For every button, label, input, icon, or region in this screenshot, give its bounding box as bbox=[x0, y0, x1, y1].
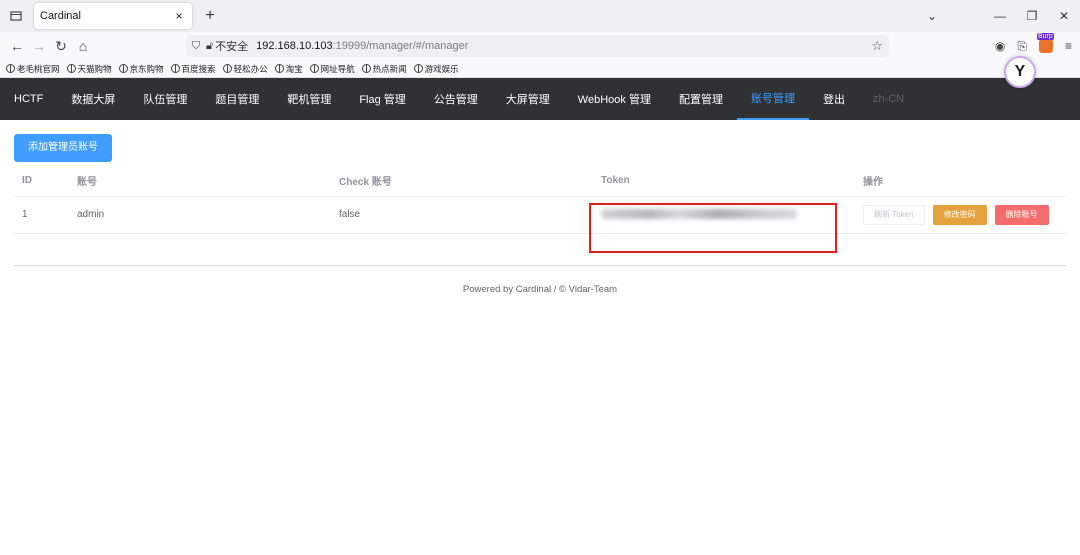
globe-icon bbox=[66, 64, 76, 73]
bookmark-item[interactable]: 游戏娱乐 bbox=[413, 63, 459, 75]
column-header-token: Token bbox=[593, 166, 855, 197]
cell-account: admin bbox=[69, 196, 331, 234]
column-header-account: 账号 bbox=[69, 166, 331, 197]
extensions-icon[interactable]: ⎘ bbox=[1017, 39, 1027, 54]
bookmark-label: 网址导航 bbox=[320, 63, 355, 74]
nav-item-webhook[interactable]: WebHook 管理 bbox=[564, 78, 665, 120]
nav-item-screen[interactable]: 大屏管理 bbox=[492, 78, 564, 120]
extension-logo-icon[interactable]: Y bbox=[1004, 56, 1036, 88]
browser-tab[interactable]: Cardinal × bbox=[34, 3, 192, 29]
tab-close-icon[interactable]: × bbox=[172, 9, 186, 23]
bookmark-label: 淘宝 bbox=[285, 63, 303, 74]
table-row: 1 admin false 刷新 Token 修改密码 删除账号 bbox=[14, 196, 1066, 253]
table-header-row: ID 账号 Check 账号 Token 操作 bbox=[14, 166, 1066, 197]
forward-icon[interactable]: → bbox=[28, 38, 50, 54]
bookmark-item[interactable]: 网址导航 bbox=[309, 63, 355, 75]
insecure-indicator[interactable]: 🔓︎ 不安全 bbox=[206, 38, 248, 54]
globe-icon bbox=[274, 64, 284, 73]
burp-extension-icon[interactable] bbox=[1036, 33, 1054, 53]
restore-icon[interactable]: ❐ bbox=[1016, 9, 1048, 23]
language-switch[interactable]: zh-CN bbox=[859, 78, 918, 120]
url-host: 192.168.10.103 bbox=[256, 40, 333, 52]
nav-item-logout[interactable]: 登出 bbox=[809, 78, 859, 120]
lock-slash-icon: 🔓︎ bbox=[206, 39, 214, 52]
nav-item-challenges[interactable]: 题目管理 bbox=[201, 78, 273, 120]
tab-title: Cardinal bbox=[40, 10, 81, 22]
url-path: :19999/manager/#/manager bbox=[332, 40, 469, 52]
bookmarks-bar: 老毛桃官网 天猫购物 京东购物 百度搜索 轻松办公 淘宝 网址导航 热点新闻 游… bbox=[0, 60, 1080, 78]
bookmark-label: 京东购物 bbox=[129, 63, 164, 74]
add-manager-button[interactable]: 添加管理员账号 bbox=[14, 134, 112, 162]
nav-item-gameboxes[interactable]: 靶机管理 bbox=[273, 78, 345, 120]
menu-icon[interactable]: ≡ bbox=[1065, 39, 1072, 53]
close-window-icon[interactable]: ✕ bbox=[1048, 9, 1080, 23]
minimize-icon[interactable]: — bbox=[984, 9, 1016, 23]
browser-nav-bar: ← → ↻ ⌂ ⛉ 🔓︎ 不安全 192.168.10.103:19999/ma… bbox=[0, 32, 1080, 60]
nav-item-notices[interactable]: 公告管理 bbox=[420, 78, 492, 120]
highlight-box bbox=[589, 203, 837, 253]
cell-check: false bbox=[331, 196, 593, 234]
nav-item-dashboard[interactable]: 数据大屏 bbox=[57, 78, 129, 120]
tab-list-icon[interactable] bbox=[2, 0, 30, 32]
column-header-check: Check 账号 bbox=[331, 166, 593, 197]
globe-icon bbox=[6, 64, 15, 73]
chevron-down-icon[interactable]: ⌄ bbox=[916, 9, 948, 23]
url-bar[interactable]: ⛉ 🔓︎ 不安全 192.168.10.103:19999/manager/#/… bbox=[186, 35, 889, 57]
nav-item-hctf[interactable]: HCTF bbox=[0, 78, 57, 120]
nav-item-teams[interactable]: 队伍管理 bbox=[129, 78, 201, 120]
bookmark-item[interactable]: 热点新闻 bbox=[361, 63, 407, 75]
column-header-actions: 操作 bbox=[855, 166, 1066, 197]
column-header-id: ID bbox=[14, 166, 69, 197]
footer-divider bbox=[14, 264, 1066, 266]
home-icon[interactable]: ⌂ bbox=[72, 38, 94, 54]
delete-account-button[interactable]: 删除账号 bbox=[994, 204, 1049, 225]
bookmark-item[interactable]: 天猫购物 bbox=[66, 63, 112, 75]
globe-icon bbox=[309, 64, 319, 73]
account-icon[interactable]: ◉ bbox=[995, 39, 1005, 53]
back-icon[interactable]: ← bbox=[6, 38, 28, 54]
bookmark-item[interactable]: 淘宝 bbox=[274, 63, 303, 75]
nav-item-config[interactable]: 配置管理 bbox=[665, 78, 737, 120]
bookmark-item[interactable]: 京东购物 bbox=[118, 63, 164, 75]
bookmark-label: 轻松办公 bbox=[233, 63, 268, 74]
new-tab-button[interactable]: + bbox=[198, 7, 222, 25]
reload-icon[interactable]: ↻ bbox=[50, 38, 72, 55]
bookmark-star-icon[interactable]: ☆ bbox=[871, 38, 883, 54]
bookmark-label: 天猫购物 bbox=[77, 63, 112, 74]
bookmark-label: 热点新闻 bbox=[372, 63, 407, 74]
bookmark-label: 老毛桃官网 bbox=[17, 63, 60, 74]
globe-icon bbox=[361, 64, 371, 73]
bookmark-label: 百度搜索 bbox=[181, 63, 216, 74]
globe-icon bbox=[413, 64, 423, 73]
globe-icon bbox=[170, 64, 180, 73]
bookmark-item[interactable]: 轻松办公 bbox=[222, 63, 268, 75]
cell-token bbox=[589, 196, 855, 253]
app-nav-menu: HCTF 数据大屏 队伍管理 题目管理 靶机管理 Flag 管理 公告管理 大屏… bbox=[0, 56, 1080, 120]
browser-tab-bar: Cardinal × + ⌄ — ❐ ✕ bbox=[0, 0, 1080, 32]
bookmark-item[interactable]: 老毛桃官网 bbox=[6, 63, 60, 75]
footer-text: Powered by Cardinal / © Vidar-Team bbox=[462, 283, 618, 295]
managers-table: ID 账号 Check 账号 Token 操作 1 admin false 刷新… bbox=[14, 166, 1066, 253]
globe-icon bbox=[222, 64, 232, 73]
change-password-button[interactable]: 修改密码 bbox=[932, 204, 987, 225]
refresh-token-button[interactable]: 刷新 Token bbox=[863, 204, 925, 225]
main-content: 添加管理员账号 ID 账号 Check 账号 Token 操作 1 admin … bbox=[0, 120, 1080, 253]
cell-id: 1 bbox=[14, 196, 69, 234]
cell-actions: 刷新 Token 修改密码 删除账号 bbox=[855, 196, 1066, 234]
shield-icon[interactable]: ⛉ bbox=[186, 40, 206, 53]
bookmark-label: 游戏娱乐 bbox=[424, 63, 459, 74]
insecure-label: 不安全 bbox=[215, 41, 249, 53]
nav-item-accounts[interactable]: 账号管理 bbox=[736, 78, 809, 120]
bookmark-item[interactable]: 百度搜索 bbox=[170, 63, 216, 75]
nav-item-flags[interactable]: Flag 管理 bbox=[345, 78, 419, 120]
globe-icon bbox=[118, 64, 128, 73]
